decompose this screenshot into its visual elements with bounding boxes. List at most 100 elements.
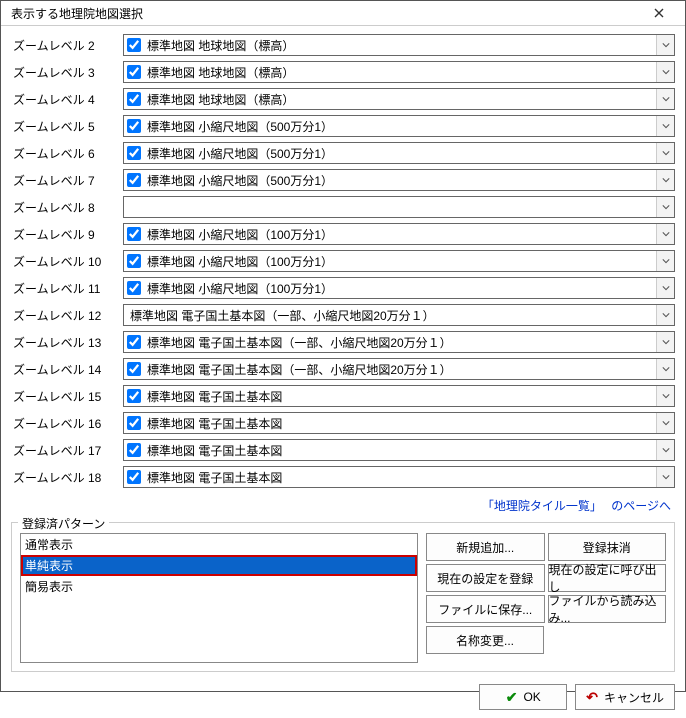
chevron-down-icon[interactable] xyxy=(656,143,674,163)
zoom-level-value: 標準地図 小縮尺地図（500万分1） xyxy=(145,118,656,135)
zoom-level-row: ズームレベル 16 標準地図 電子国土基本図 xyxy=(11,412,675,434)
save-file-button[interactable]: ファイルに保存... xyxy=(426,595,545,623)
delete-button[interactable]: 登録抹消 xyxy=(548,533,667,561)
zoom-level-checkbox[interactable] xyxy=(127,443,141,457)
zoom-level-row: ズームレベル 18標準地図 電子国土基本図 xyxy=(11,466,675,488)
dialog-window: 表示する地理院地図選択 ズームレベル 2標準地図 地球地図（標高）ズームレベル … xyxy=(0,0,686,692)
new-add-button[interactable]: 新規追加... xyxy=(426,533,545,561)
chevron-down-icon[interactable] xyxy=(656,440,674,460)
chevron-down-icon[interactable] xyxy=(656,35,674,55)
zoom-level-checkbox[interactable] xyxy=(127,92,141,106)
zoom-level-select[interactable]: 標準地図 電子国土基本図（一部、小縮尺地図20万分１） xyxy=(123,331,675,353)
to-page-link[interactable]: のページへ xyxy=(611,499,671,513)
zoom-level-value: 標準地図 地球地図（標高） xyxy=(145,91,656,108)
zoom-level-checkbox[interactable] xyxy=(127,119,141,133)
chevron-down-icon[interactable] xyxy=(656,62,674,82)
zoom-level-value: 標準地図 小縮尺地図（100万分1） xyxy=(145,280,656,297)
zoom-level-select[interactable]: 標準地図 電子国土基本図 xyxy=(123,439,675,461)
chevron-down-icon[interactable] xyxy=(656,116,674,136)
tile-list-link[interactable]: 「地理院タイル一覧」 xyxy=(482,499,602,513)
zoom-level-label: ズームレベル 12 xyxy=(11,307,123,324)
zoom-level-select[interactable]: 標準地図 電子国土基本図（一部、小縮尺地図20万分１） xyxy=(123,358,675,380)
zoom-level-checkbox[interactable] xyxy=(127,254,141,268)
chevron-down-icon[interactable] xyxy=(656,278,674,298)
zoom-level-select[interactable]: 標準地図 小縮尺地図（500万分1） xyxy=(123,169,675,191)
rename-button[interactable]: 名称変更... xyxy=(426,626,544,654)
chevron-down-icon[interactable] xyxy=(656,251,674,271)
zoom-level-row: ズームレベル 8 xyxy=(11,196,675,218)
chevron-down-icon[interactable] xyxy=(656,413,674,433)
zoom-level-checkbox[interactable] xyxy=(127,173,141,187)
zoom-level-select[interactable]: 標準地図 地球地図（標高） xyxy=(123,34,675,56)
zoom-level-select[interactable]: 標準地図 電子国土基本図 xyxy=(123,412,675,434)
ok-button[interactable]: ✔ OK xyxy=(479,684,567,710)
zoom-level-label: ズームレベル 16 xyxy=(11,415,123,432)
zoom-level-value: 標準地図 小縮尺地図（100万分1） xyxy=(145,226,656,243)
zoom-level-value: 標準地図 電子国土基本図（一部、小縮尺地図20万分１） xyxy=(145,361,656,378)
chevron-down-icon[interactable] xyxy=(656,197,674,217)
chevron-down-icon[interactable] xyxy=(656,170,674,190)
load-current-button[interactable]: 現在の設定に呼び出し xyxy=(548,564,667,592)
zoom-level-select[interactable]: 標準地図 電子国土基本図 xyxy=(123,466,675,488)
zoom-level-select[interactable]: 標準地図 地球地図（標高） xyxy=(123,61,675,83)
zoom-level-select[interactable]: 標準地図 小縮尺地図（100万分1） xyxy=(123,250,675,272)
zoom-level-label: ズームレベル 14 xyxy=(11,361,123,378)
cancel-button[interactable]: ↶ キャンセル xyxy=(575,684,675,710)
zoom-level-value: 標準地図 地球地図（標高） xyxy=(145,37,656,54)
zoom-level-label: ズームレベル 15 xyxy=(11,388,123,405)
group-legend: 登録済パターン xyxy=(18,515,109,532)
titlebar: 表示する地理院地図選択 xyxy=(1,1,685,26)
zoom-level-checkbox[interactable] xyxy=(127,65,141,79)
close-icon[interactable] xyxy=(639,1,679,25)
chevron-down-icon[interactable] xyxy=(656,89,674,109)
zoom-level-checkbox[interactable] xyxy=(127,38,141,52)
zoom-level-checkbox[interactable] xyxy=(127,389,141,403)
zoom-level-checkbox[interactable] xyxy=(127,281,141,295)
patterns-listbox[interactable]: 通常表示単純表示簡易表示 xyxy=(20,533,418,663)
zoom-level-checkbox[interactable] xyxy=(127,470,141,484)
zoom-level-checkbox[interactable] xyxy=(127,416,141,430)
zoom-level-checkbox[interactable] xyxy=(127,362,141,376)
pattern-buttons-column: 新規追加... 登録抹消 現在の設定を登録 現在の設定に呼び出し ファイルに保存… xyxy=(426,533,666,663)
zoom-level-row: ズームレベル 17標準地図 電子国土基本図 xyxy=(11,439,675,461)
list-item[interactable]: 通常表示 xyxy=(21,534,417,555)
zoom-level-select[interactable]: 標準地図 小縮尺地図（100万分1） xyxy=(123,277,675,299)
chevron-down-icon[interactable] xyxy=(656,332,674,352)
zoom-level-select[interactable]: 標準地図 電子国土基本図 xyxy=(123,385,675,407)
zoom-level-label: ズームレベル 7 xyxy=(11,172,123,189)
zoom-level-checkbox[interactable] xyxy=(127,146,141,160)
zoom-level-row: ズームレベル 4標準地図 地球地図（標高） xyxy=(11,88,675,110)
dialog-footer: ✔ OK ↶ キャンセル xyxy=(1,676,685,718)
zoom-level-select[interactable]: 標準地図 電子国土基本図（一部、小縮尺地図20万分１） xyxy=(123,304,675,326)
zoom-level-value: 標準地図 電子国土基本図 xyxy=(145,442,656,459)
zoom-level-checkbox[interactable] xyxy=(127,227,141,241)
zoom-level-label: ズームレベル 18 xyxy=(11,469,123,486)
chevron-down-icon[interactable] xyxy=(656,386,674,406)
chevron-down-icon[interactable] xyxy=(656,467,674,487)
zoom-level-value: 標準地図 電子国土基本図（一部、小縮尺地図20万分１） xyxy=(145,334,656,351)
list-item[interactable]: 単純表示 xyxy=(21,555,417,576)
cancel-icon: ↶ xyxy=(586,689,598,706)
zoom-level-label: ズームレベル 8 xyxy=(11,199,123,216)
chevron-down-icon[interactable] xyxy=(656,359,674,379)
zoom-level-select[interactable]: 標準地図 小縮尺地図（500万分1） xyxy=(123,115,675,137)
chevron-down-icon[interactable] xyxy=(656,224,674,244)
zoom-level-select[interactable]: 標準地図 小縮尺地図（100万分1） xyxy=(123,223,675,245)
zoom-level-select[interactable]: 標準地図 地球地図（標高） xyxy=(123,88,675,110)
zoom-level-label: ズームレベル 10 xyxy=(11,253,123,270)
save-current-button[interactable]: 現在の設定を登録 xyxy=(426,564,545,592)
list-item[interactable]: 簡易表示 xyxy=(21,576,417,597)
zoom-level-value: 標準地図 電子国土基本図 xyxy=(145,415,656,432)
zoom-level-row: ズームレベル 5標準地図 小縮尺地図（500万分1） xyxy=(11,115,675,137)
registered-patterns-group: 登録済パターン 通常表示単純表示簡易表示 新規追加... 登録抹消 現在の設定を… xyxy=(11,522,675,672)
zoom-level-row: ズームレベル 6 標準地図 小縮尺地図（500万分1） xyxy=(11,142,675,164)
zoom-level-select[interactable] xyxy=(123,196,675,218)
zoom-level-value: 標準地図 小縮尺地図（500万分1） xyxy=(145,145,656,162)
tile-list-link-row: 「地理院タイル一覧」 のページへ xyxy=(11,493,675,520)
chevron-down-icon[interactable] xyxy=(656,305,674,325)
cancel-label: キャンセル xyxy=(604,689,664,706)
zoom-level-label: ズームレベル 6 xyxy=(11,145,123,162)
load-file-button[interactable]: ファイルから読み込み... xyxy=(548,595,667,623)
zoom-level-checkbox[interactable] xyxy=(127,335,141,349)
zoom-level-select[interactable]: 標準地図 小縮尺地図（500万分1） xyxy=(123,142,675,164)
